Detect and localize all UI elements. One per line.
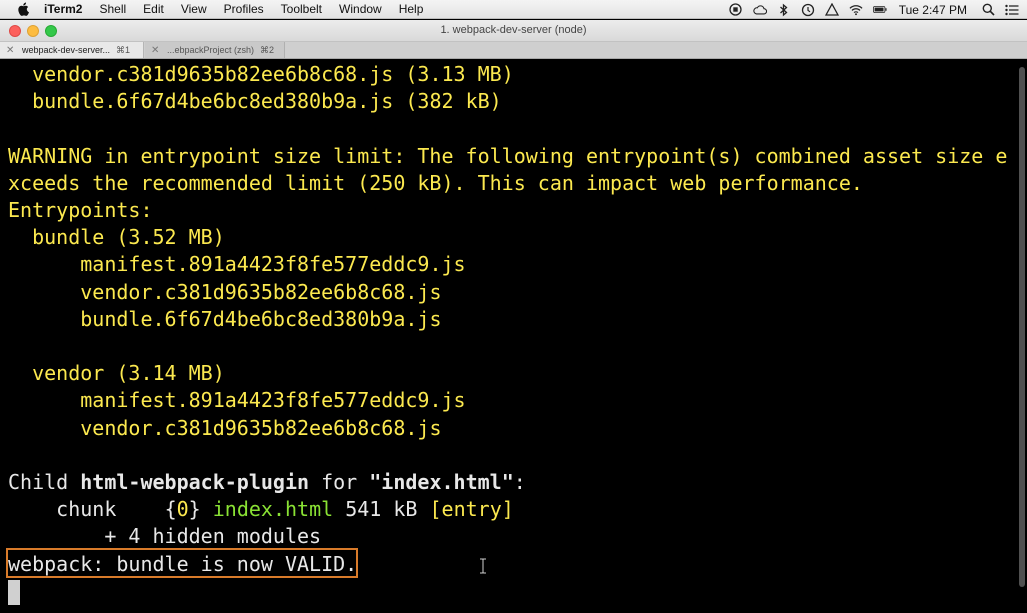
terminal-line: vendor.c381d9635b82ee6b8c68.js (3.13 MB) — [8, 61, 514, 88]
battery-icon[interactable] — [872, 3, 887, 17]
terminal-line: manifest.891a4423f8fe577eddc9.js — [8, 387, 466, 414]
terminal-output[interactable]: vendor.c381d9635b82ee6b8c68.js (3.13 MB)… — [0, 59, 1027, 613]
tab-webpack-project[interactable]: ✕ ...ebpackProject (zsh) ⌘2 — [145, 42, 285, 58]
chunk-tag: [entry] — [429, 497, 514, 521]
line-text: WARNING in entrypoint size limit: The fo… — [8, 143, 1008, 168]
search-icon[interactable] — [981, 3, 995, 17]
window-title-bar: 1. webpack-dev-server (node) — [0, 20, 1027, 42]
terminal-cursor — [8, 580, 20, 605]
window-title: 1. webpack-dev-server (node) — [440, 24, 587, 36]
child-middle: for — [309, 470, 370, 494]
plugin-target: "index.html" — [369, 470, 514, 494]
highlight-box — [6, 548, 358, 578]
chunk-id: 0 — [176, 497, 189, 521]
apple-icon[interactable] — [16, 2, 30, 17]
status-area: Tue 2:47 PM — [729, 0, 1019, 19]
plugin-name: html-webpack-plugin — [80, 470, 310, 494]
tab-webpack-dev-server[interactable]: ✕ webpack-dev-server... ⌘1 — [0, 42, 144, 58]
record-icon[interactable] — [729, 3, 743, 17]
close-tab-icon[interactable]: ✕ — [151, 45, 163, 56]
chunk-gap — [116, 497, 164, 521]
line-text: manifest.891a4423f8fe577eddc9.js — [80, 388, 466, 413]
chunk-line: chunk {0} index.html 541 kB [entry] — [8, 496, 514, 523]
menu-shell[interactable]: Shell — [99, 2, 126, 16]
cloud-icon[interactable] — [753, 3, 767, 17]
ibeam-cursor-icon — [480, 558, 486, 574]
terminal-line: vendor (3.14 MB) — [8, 360, 225, 387]
menu-clock[interactable]: Tue 2:47 PM — [899, 3, 967, 17]
close-tab-icon[interactable]: ✕ — [6, 45, 18, 56]
tab-shortcut: ⌘2 — [260, 44, 275, 55]
wifi-icon[interactable] — [849, 3, 863, 17]
terminal-line: manifest.891a4423f8fe577eddc9.js — [8, 251, 466, 278]
chunk-indent — [8, 497, 56, 521]
child-suffix: : — [513, 470, 526, 494]
terminal-line: WARNING in entrypoint size limit: The fo… — [8, 143, 1007, 170]
chunk-label: chunk — [56, 497, 117, 521]
terminal-scrollbar[interactable] — [1012, 59, 1027, 613]
line-text: vendor.c381d9635b82ee6b8c68.js — [80, 415, 442, 440]
line-text: bundle.6f67d4be6bc8ed380b9a.js (382 kB) — [32, 89, 502, 114]
terminal-line: bundle.6f67d4be6bc8ed380b9a.js — [8, 306, 441, 333]
child-line: Child html-webpack-plugin for "index.htm… — [8, 469, 526, 496]
line-text: vendor.c381d9635b82ee6b8c68.js — [80, 279, 442, 304]
terminal-line: Entrypoints: — [8, 197, 153, 224]
tab-label: webpack-dev-server... — [22, 45, 111, 55]
vpn-icon[interactable] — [824, 3, 839, 17]
line-text: vendor.c381d9635b82ee6b8c68.js (3.13 MB) — [32, 62, 514, 86]
chunk-brace-open: { — [164, 497, 177, 521]
terminal-line: bundle.6f67d4be6bc8ed380b9a.js (382 kB) — [8, 88, 502, 115]
line-text: xceeds the recommended limit (250 kB). T… — [8, 170, 863, 195]
time-machine-icon[interactable] — [801, 3, 815, 17]
line-text: bundle.6f67d4be6bc8ed380b9a.js — [80, 306, 442, 331]
menu-toolbelt[interactable]: Toolbelt — [281, 2, 322, 16]
tab-bar: ✕ webpack-dev-server... ⌘1 ✕ ...ebpackPr… — [0, 42, 1027, 59]
bluetooth-icon[interactable] — [777, 3, 791, 17]
line-text: vendor (3.14 MB) — [32, 361, 225, 386]
list-icon[interactable] — [1005, 3, 1019, 17]
menu-view[interactable]: View — [181, 2, 207, 16]
chunk-size: 541 kB — [345, 497, 418, 521]
menu-window[interactable]: Window — [339, 2, 382, 16]
terminal-line: bundle (3.52 MB) — [8, 224, 225, 251]
tab-label: ...ebpackProject (zsh) — [167, 45, 255, 55]
line-text: manifest.891a4423f8fe577eddc9.js — [80, 252, 466, 277]
child-prefix: Child — [8, 470, 81, 494]
chunk-asset: index.html — [212, 497, 334, 521]
terminal-line: xceeds the recommended limit (250 kB). T… — [8, 170, 863, 197]
terminal-line: vendor.c381d9635b82ee6b8c68.js — [8, 279, 441, 306]
menu-profiles[interactable]: Profiles — [224, 2, 264, 16]
terminal-line: vendor.c381d9635b82ee6b8c68.js — [8, 415, 441, 442]
line-text: bundle (3.52 MB) — [32, 225, 225, 250]
menu-edit[interactable]: Edit — [143, 2, 164, 16]
menu-app-iterm2[interactable]: iTerm2 — [44, 2, 82, 16]
menu-bar: iTerm2 Shell Edit View Profiles Toolbelt… — [0, 0, 1027, 19]
scrollbar-thumb[interactable] — [1019, 67, 1025, 587]
chunk-brace-close: } — [188, 497, 201, 521]
tab-shortcut: ⌘1 — [116, 44, 131, 55]
hidden-modules-line: + 4 hidden modules — [8, 524, 322, 548]
menu-help[interactable]: Help — [399, 2, 424, 16]
line-text: Entrypoints: — [8, 198, 153, 222]
